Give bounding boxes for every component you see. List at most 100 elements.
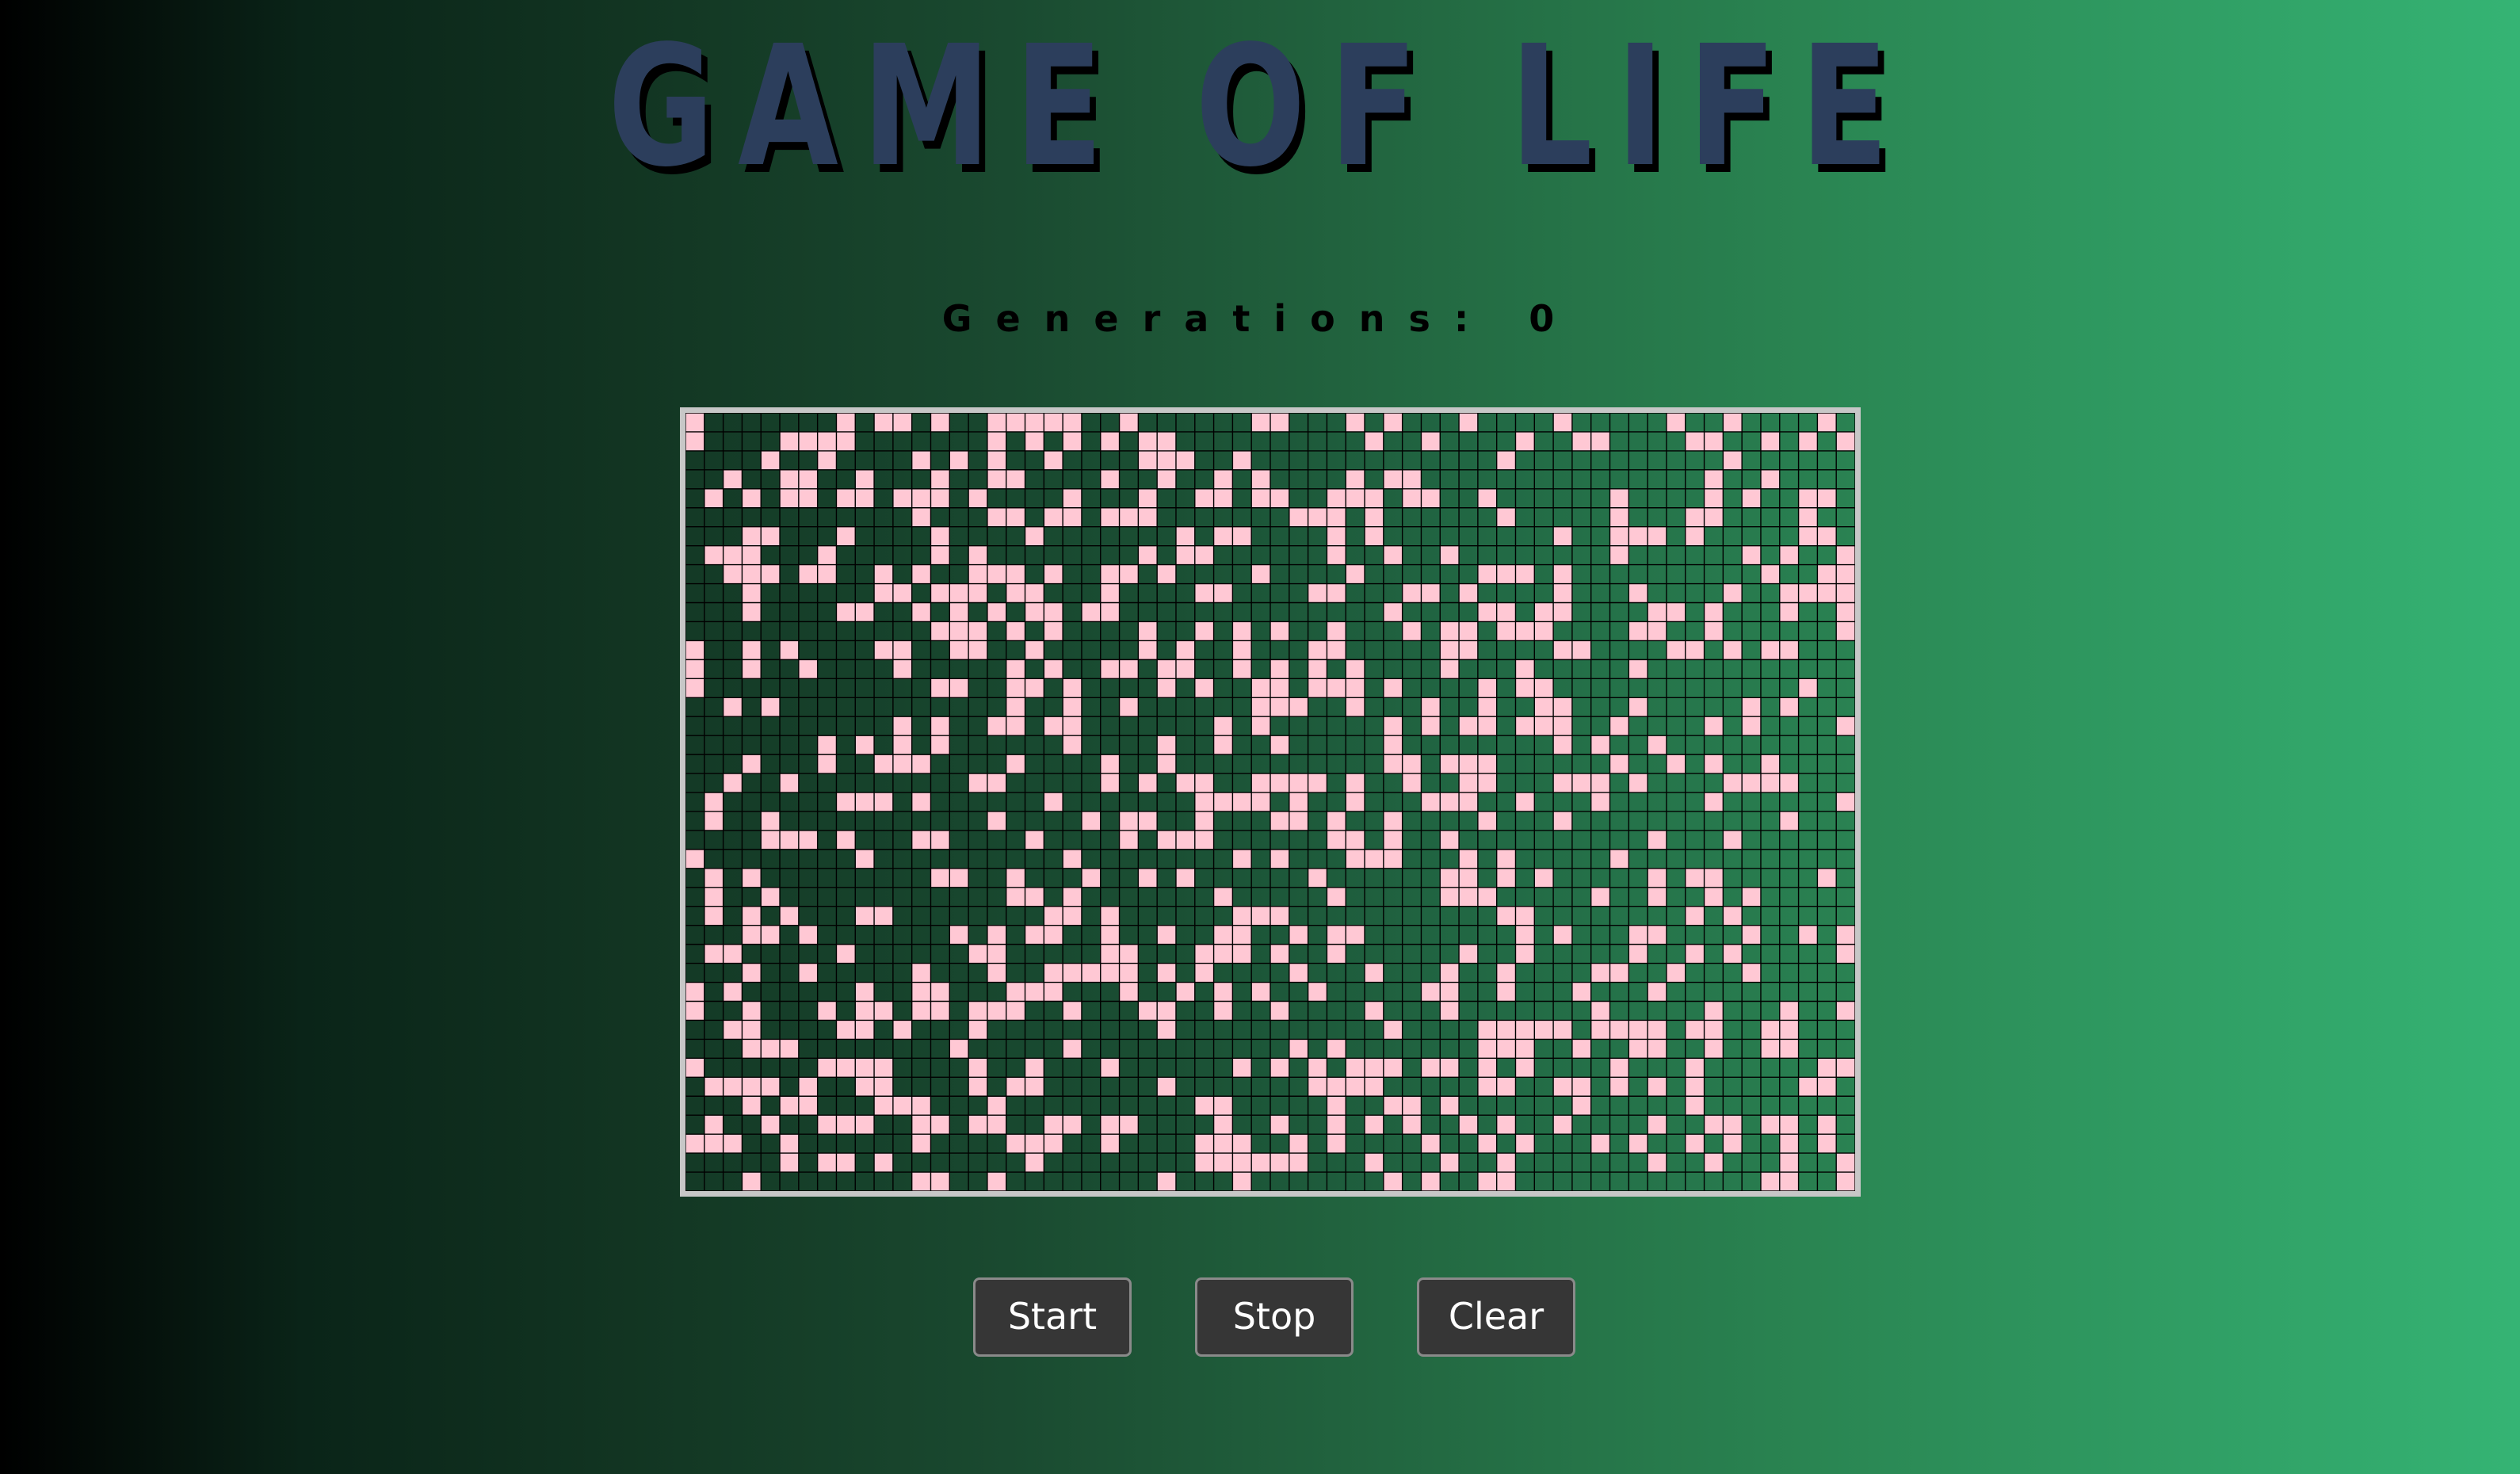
live-cell[interactable]	[1685, 431, 1705, 451]
live-cell[interactable]	[1742, 697, 1761, 717]
live-cell[interactable]	[1817, 583, 1837, 603]
live-cell[interactable]	[1175, 450, 1195, 470]
live-cell[interactable]	[1817, 413, 1837, 432]
live-cell[interactable]	[1496, 1077, 1516, 1097]
live-cell[interactable]	[1157, 754, 1176, 774]
live-cell[interactable]	[1063, 906, 1082, 926]
live-cell[interactable]	[1251, 982, 1270, 1002]
live-cell[interactable]	[836, 830, 856, 850]
live-cell[interactable]	[1836, 1001, 1855, 1021]
live-cell[interactable]	[1477, 773, 1497, 793]
live-cell[interactable]	[874, 1077, 893, 1097]
live-cell[interactable]	[1798, 1077, 1818, 1097]
live-cell[interactable]	[798, 1077, 818, 1097]
live-cell[interactable]	[1346, 697, 1365, 717]
live-cell[interactable]	[1440, 887, 1460, 907]
live-cell[interactable]	[1553, 1077, 1572, 1097]
live-cell[interactable]	[1063, 735, 1082, 755]
live-cell[interactable]	[1515, 1058, 1535, 1078]
live-cell[interactable]	[1609, 849, 1629, 869]
live-cell[interactable]	[1779, 602, 1799, 622]
live-cell[interactable]	[968, 1020, 987, 1040]
live-cell[interactable]	[1006, 564, 1025, 584]
live-cell[interactable]	[723, 1020, 743, 1040]
live-cell[interactable]	[1213, 1153, 1233, 1173]
live-cell[interactable]	[1648, 602, 1667, 622]
live-cell[interactable]	[1251, 469, 1270, 489]
live-cell[interactable]	[1515, 431, 1535, 451]
live-cell[interactable]	[1609, 545, 1629, 565]
live-cell[interactable]	[1025, 526, 1044, 546]
live-cell[interactable]	[930, 1172, 950, 1191]
live-cell[interactable]	[892, 583, 912, 603]
live-cell[interactable]	[704, 887, 724, 907]
live-cell[interactable]	[911, 564, 931, 584]
live-cell[interactable]	[742, 659, 762, 679]
live-cell[interactable]	[1100, 773, 1120, 793]
live-cell[interactable]	[1704, 469, 1724, 489]
live-cell[interactable]	[1553, 640, 1572, 660]
live-cell[interactable]	[1213, 887, 1233, 907]
live-cell[interactable]	[1534, 621, 1554, 641]
live-cell[interactable]	[1157, 1172, 1176, 1191]
live-cell[interactable]	[723, 564, 743, 584]
live-cell[interactable]	[1365, 1001, 1384, 1021]
live-cell[interactable]	[1081, 963, 1101, 983]
live-cell[interactable]	[1100, 564, 1120, 584]
live-cell[interactable]	[1496, 906, 1516, 926]
live-cell[interactable]	[1440, 754, 1460, 774]
live-cell[interactable]	[1157, 1077, 1176, 1097]
live-cell[interactable]	[1100, 583, 1120, 603]
live-cell[interactable]	[1723, 944, 1743, 964]
live-cell[interactable]	[1270, 1115, 1289, 1135]
live-cell[interactable]	[1383, 811, 1403, 831]
live-cell[interactable]	[1817, 526, 1837, 546]
live-cell[interactable]	[968, 583, 987, 603]
live-cell[interactable]	[1836, 583, 1855, 603]
live-cell[interactable]	[930, 830, 950, 850]
live-cell[interactable]	[911, 1001, 931, 1021]
live-cell[interactable]	[704, 488, 724, 508]
live-cell[interactable]	[1590, 1134, 1610, 1154]
live-cell[interactable]	[1327, 678, 1346, 698]
live-cell[interactable]	[704, 1115, 724, 1135]
live-cell[interactable]	[1025, 887, 1044, 907]
live-cell[interactable]	[1383, 754, 1403, 774]
live-cell[interactable]	[836, 431, 856, 451]
live-cell[interactable]	[1440, 621, 1460, 641]
live-cell[interactable]	[798, 925, 818, 945]
live-cell[interactable]	[1477, 716, 1497, 736]
live-cell[interactable]	[1270, 773, 1289, 793]
live-cell[interactable]	[836, 413, 856, 432]
live-cell[interactable]	[1421, 792, 1441, 811]
live-cell[interactable]	[1194, 944, 1214, 964]
live-cell[interactable]	[1232, 906, 1252, 926]
live-cell[interactable]	[1440, 963, 1460, 983]
live-cell[interactable]	[1308, 773, 1327, 793]
live-cell[interactable]	[1440, 1096, 1460, 1116]
live-cell[interactable]	[874, 1153, 893, 1173]
live-cell[interactable]	[1704, 1039, 1724, 1059]
live-cell[interactable]	[1836, 1058, 1855, 1078]
live-cell[interactable]	[1270, 735, 1289, 755]
live-cell[interactable]	[1006, 583, 1025, 603]
live-cell[interactable]	[1063, 716, 1082, 736]
live-cell[interactable]	[1440, 1153, 1460, 1173]
live-cell[interactable]	[1289, 773, 1308, 793]
live-cell[interactable]	[987, 1172, 1006, 1191]
live-cell[interactable]	[1308, 1058, 1327, 1078]
live-cell[interactable]	[1270, 621, 1289, 641]
live-cell[interactable]	[1590, 1001, 1610, 1021]
live-cell[interactable]	[1100, 469, 1120, 489]
live-cell[interactable]	[1289, 1153, 1308, 1173]
live-cell[interactable]	[704, 944, 724, 964]
live-cell[interactable]	[1194, 678, 1214, 698]
live-cell[interactable]	[1685, 507, 1705, 527]
live-cell[interactable]	[855, 1115, 875, 1135]
live-cell[interactable]	[1346, 413, 1365, 432]
live-cell[interactable]	[1421, 697, 1441, 717]
live-cell[interactable]	[1308, 507, 1327, 527]
live-cell[interactable]	[1628, 1134, 1648, 1154]
live-cell[interactable]	[1346, 659, 1365, 679]
live-cell[interactable]	[1609, 754, 1629, 774]
